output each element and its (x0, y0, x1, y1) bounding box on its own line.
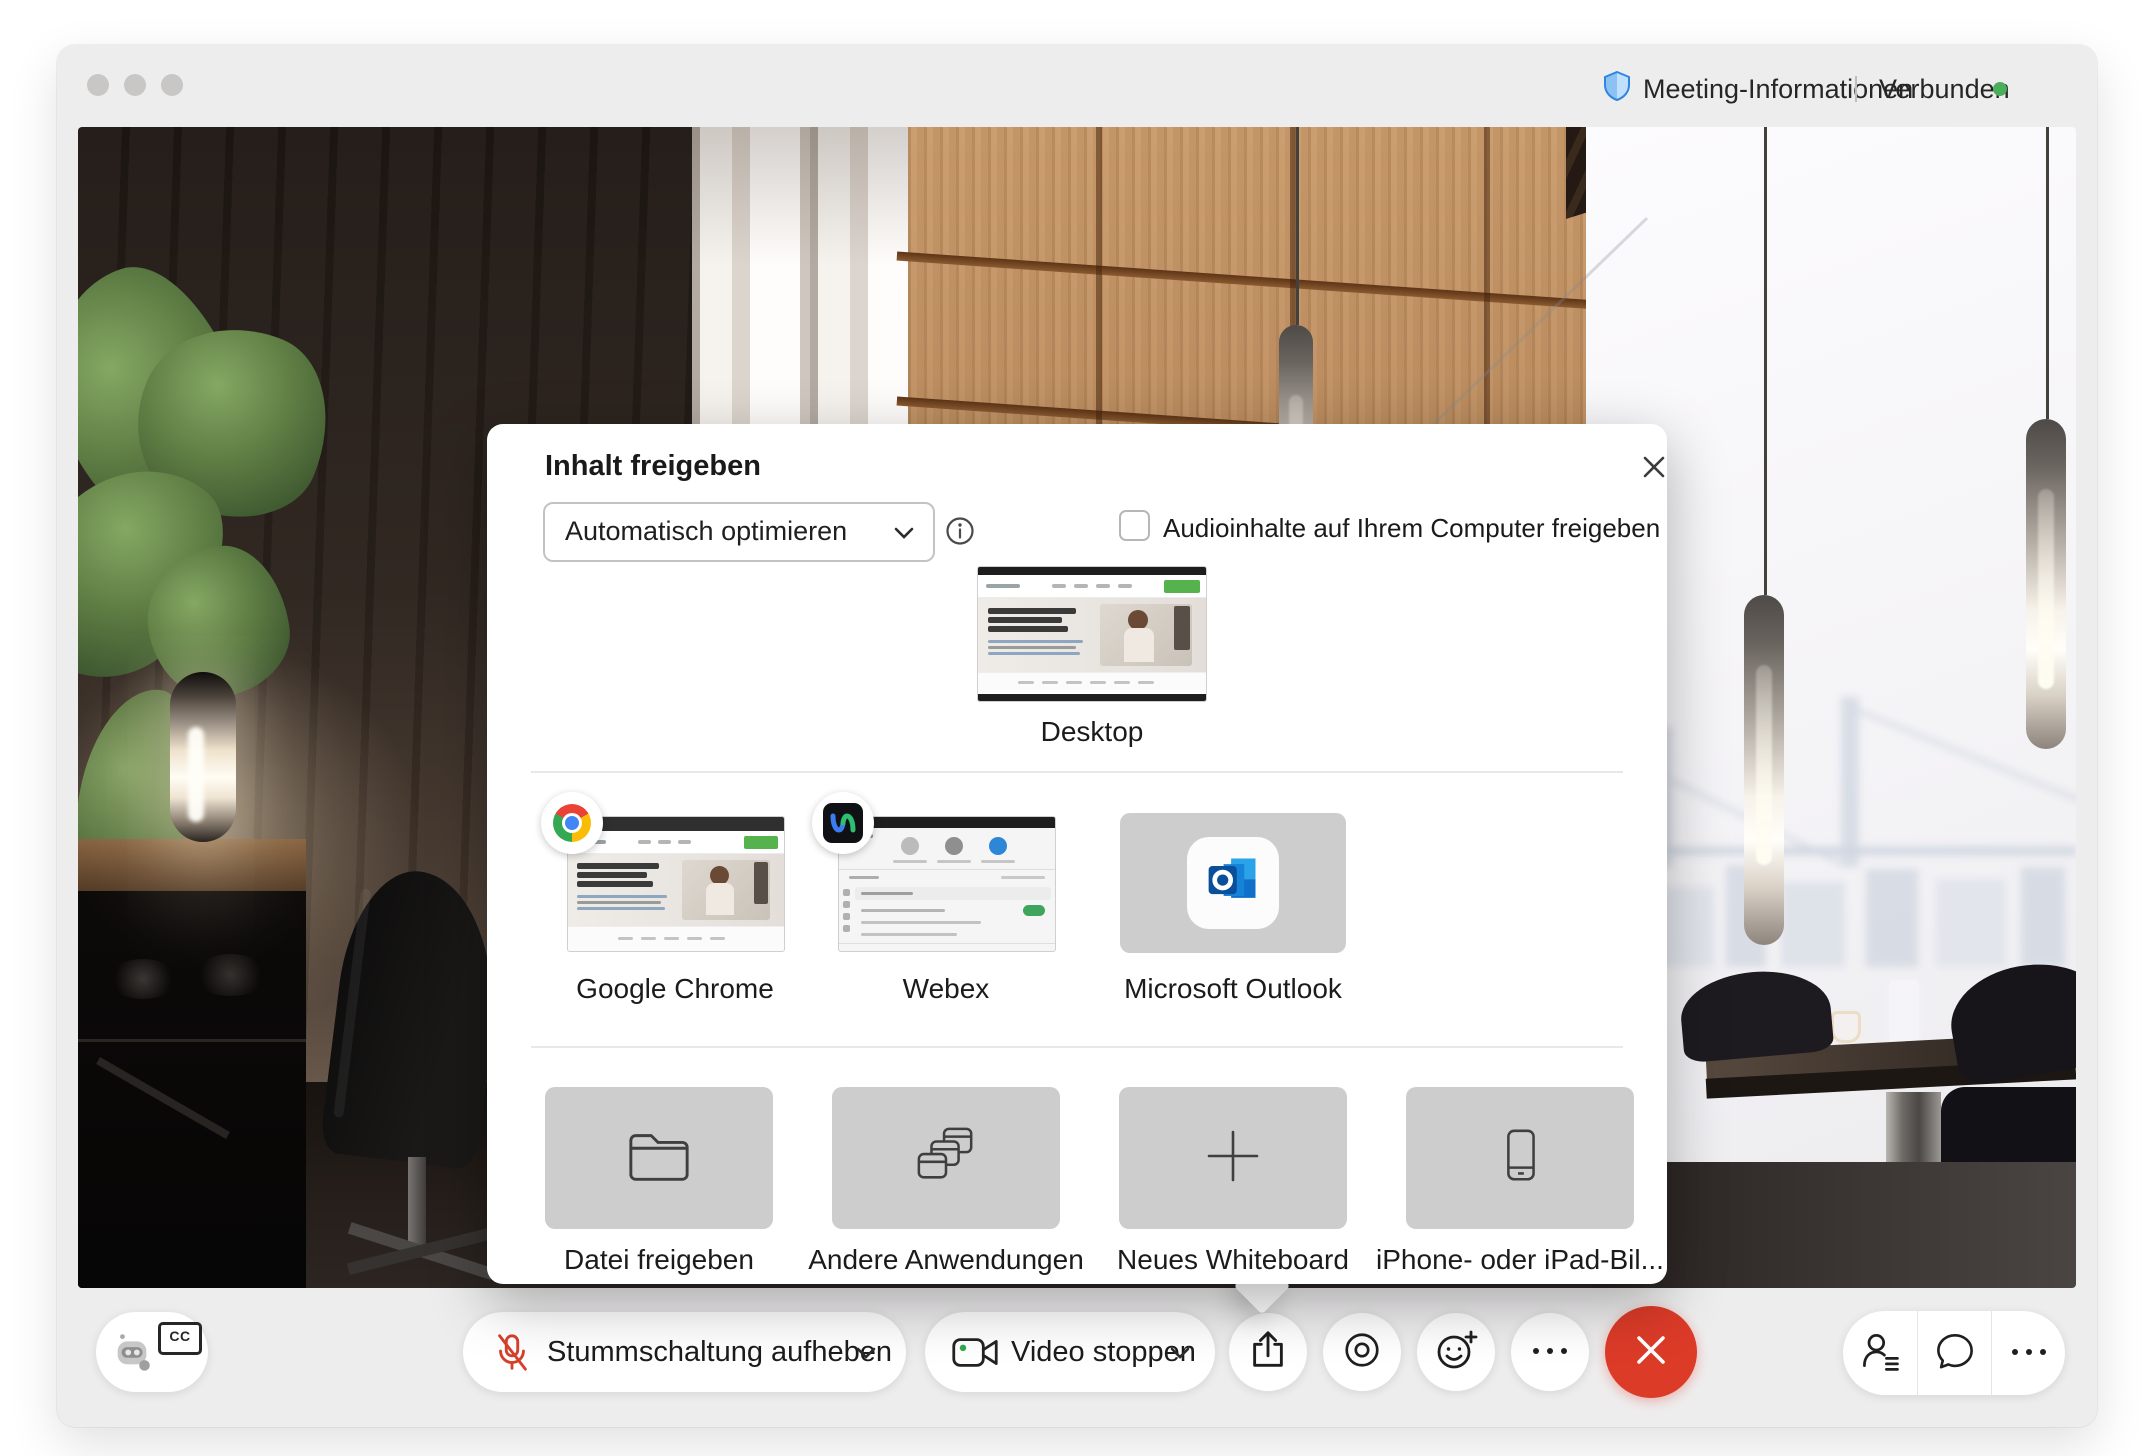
share-content-dialog: Inhalt freigeben Automatisch optimieren … (487, 424, 1667, 1284)
more-dots-icon (2009, 1344, 2049, 1362)
dialog-title: Inhalt freigeben (545, 450, 761, 483)
mic-muted-icon (491, 1331, 533, 1378)
section-divider (531, 771, 1623, 773)
share-file-option[interactable] (545, 1087, 773, 1229)
more-panels-button[interactable] (1992, 1311, 2065, 1395)
reactions-button[interactable] (1417, 1313, 1495, 1391)
desktop-share-option[interactable] (977, 566, 1207, 702)
camera-icon (951, 1334, 999, 1376)
cc-badge: CC (158, 1322, 202, 1355)
outlook-share-option[interactable] (1120, 813, 1346, 953)
unmute-label: Stummschaltung aufheben (547, 1312, 892, 1392)
plus-icon (1205, 1128, 1261, 1189)
shield-icon (1603, 71, 1631, 101)
pendant-lamp (1764, 127, 1767, 595)
outlook-label: Microsoft Outlook (1083, 973, 1383, 1005)
unmute-button[interactable]: Stummschaltung aufheben (463, 1312, 906, 1392)
optimize-dropdown[interactable]: Automatisch optimieren (543, 502, 935, 562)
iphone-ipad-label: iPhone- oder iPad-Bil... (1370, 1244, 1670, 1276)
pendant-lamp (1296, 127, 1299, 325)
window-titlebar: Meeting-Informationen Verbunden (57, 45, 2097, 127)
chat-icon (1934, 1330, 1976, 1377)
titlebar-separator (1855, 76, 1857, 102)
chat-button[interactable] (1918, 1311, 1991, 1395)
share-icon (1247, 1329, 1289, 1376)
connected-dot (1993, 82, 2007, 96)
more-dots-icon (1530, 1343, 1570, 1361)
chrome-label: Google Chrome (525, 973, 825, 1005)
close-icon (1633, 1332, 1669, 1373)
meeting-information-link[interactable]: Meeting-Informationen (1643, 74, 1913, 105)
chevron-down-icon[interactable] (1169, 1346, 1191, 1365)
webex-icon (812, 792, 874, 854)
record-icon (1341, 1329, 1383, 1376)
desktop-label: Desktop (927, 716, 1257, 748)
office-cabinet (78, 839, 306, 1288)
info-icon[interactable] (945, 516, 975, 546)
new-whiteboard-label: Neues Whiteboard (1083, 1244, 1383, 1276)
webex-label: Webex (796, 973, 1096, 1005)
pendant-lamp (2046, 127, 2049, 419)
iphone-ipad-option[interactable] (1406, 1087, 1634, 1229)
outlook-icon (1203, 851, 1263, 916)
folder-icon (626, 1128, 692, 1189)
other-apps-label: Andere Anwendungen (796, 1244, 1096, 1276)
section-divider (531, 1046, 1623, 1048)
share-audio-checkbox[interactable] (1119, 510, 1150, 541)
panel-buttons-group (1843, 1311, 2065, 1395)
table-lamp (170, 672, 236, 842)
more-options-button[interactable] (1511, 1313, 1589, 1391)
other-apps-option[interactable] (832, 1087, 1060, 1229)
meeting-window: Meeting-Informationen Verbunden (57, 45, 2097, 1427)
new-whiteboard-option[interactable] (1119, 1087, 1347, 1229)
emoji-plus-icon (1433, 1327, 1479, 1378)
chrome-icon (541, 792, 603, 854)
phone-icon (1489, 1125, 1551, 1192)
control-bar: CC Stummschaltung aufheben Video stoppen (57, 1288, 2097, 1427)
optimize-dropdown-value: Automatisch optimieren (565, 504, 847, 558)
leave-meeting-button[interactable] (1605, 1306, 1697, 1398)
window-minimize-button[interactable] (124, 74, 146, 96)
connection-status: Verbunden (1879, 74, 2010, 105)
record-button[interactable] (1323, 1313, 1401, 1391)
window-close-button[interactable] (87, 74, 109, 96)
stop-video-button[interactable]: Video stoppen (925, 1312, 1215, 1392)
share-file-label: Datei freigeben (509, 1244, 809, 1276)
participants-button[interactable] (1843, 1311, 1917, 1395)
share-audio-label: Audioinhalte auf Ihrem Computer freigebe… (1163, 513, 1660, 544)
chevron-down-icon[interactable] (855, 1346, 877, 1365)
participants-icon (1858, 1329, 1902, 1378)
share-content-button[interactable] (1229, 1313, 1307, 1391)
assistant-button[interactable]: CC (96, 1312, 208, 1392)
window-zoom-button[interactable] (161, 74, 183, 96)
chevron-down-icon (893, 526, 915, 545)
stacked-windows-icon (915, 1125, 977, 1192)
assistant-robot-icon (110, 1328, 156, 1379)
close-icon[interactable] (1637, 450, 1671, 484)
